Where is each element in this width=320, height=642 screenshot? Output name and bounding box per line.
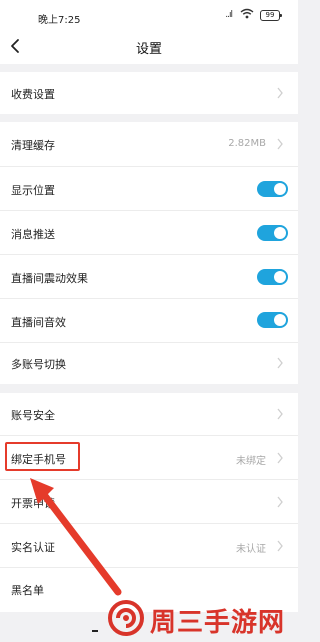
chevron-right-icon xyxy=(277,87,283,99)
chevron-right-icon xyxy=(277,138,283,150)
vibration-toggle[interactable] xyxy=(257,269,288,285)
settings-row-realname[interactable]: 实名认证 未认证 xyxy=(0,524,298,567)
settings-row-show-location: 显示位置 xyxy=(0,167,298,210)
chevron-right-icon xyxy=(277,496,283,508)
settings-row-vibration: 直播间震动效果 xyxy=(0,255,298,298)
settings-row-charge[interactable]: 收费设置 xyxy=(0,72,298,114)
wifi-icon xyxy=(240,8,254,19)
bind-status: 未绑定 xyxy=(236,456,266,467)
settings-row-invoice[interactable]: 开票申请 xyxy=(0,480,298,523)
realname-status: 未认证 xyxy=(236,544,266,555)
signal-icon: ..ıl xyxy=(225,10,233,20)
row-label: 实名认证 xyxy=(11,541,55,554)
settings-row-clear-cache[interactable]: 清理缓存 2.82MB xyxy=(0,122,298,166)
nav-bar: 设置 xyxy=(0,30,298,64)
battery-icon: 99 xyxy=(260,10,282,21)
settings-row-account-security[interactable]: 账号安全 xyxy=(0,393,298,435)
watermark: 周三手游网 xyxy=(108,598,298,642)
sound-toggle[interactable] xyxy=(257,312,288,328)
row-label: 显示位置 xyxy=(11,184,55,197)
watermark-text: 周三手游网 xyxy=(150,608,286,638)
row-label: 直播间音效 xyxy=(11,316,66,329)
watermark-logo-icon xyxy=(108,600,144,636)
settings-row-push: 消息推送 xyxy=(0,211,298,254)
home-indicator xyxy=(92,630,98,632)
push-toggle[interactable] xyxy=(257,225,288,241)
settings-row-sound: 直播间音效 xyxy=(0,299,298,342)
row-label: 黑名单 xyxy=(11,584,44,597)
chevron-right-icon xyxy=(277,357,283,369)
highlight-box xyxy=(5,442,80,471)
status-time: 晚上7:25 xyxy=(38,15,81,26)
chevron-right-icon xyxy=(277,540,283,552)
settings-row-switch-account[interactable]: 多账号切换 xyxy=(0,343,298,384)
chevron-right-icon xyxy=(277,408,283,420)
row-label: 账号安全 xyxy=(11,409,55,422)
row-label: 清理缓存 xyxy=(11,139,55,152)
row-label: 直播间震动效果 xyxy=(11,272,88,285)
show-location-toggle[interactable] xyxy=(257,181,288,197)
row-label: 开票申请 xyxy=(11,497,55,510)
chevron-right-icon xyxy=(277,452,283,464)
cache-size: 2.82MB xyxy=(228,138,266,149)
row-label: 收费设置 xyxy=(11,88,55,101)
status-bar: 晚上7:25 ..ıl 99 xyxy=(0,0,298,30)
row-label: 多账号切换 xyxy=(11,358,66,371)
page-title: 设置 xyxy=(135,42,162,57)
row-label: 消息推送 xyxy=(11,228,55,241)
